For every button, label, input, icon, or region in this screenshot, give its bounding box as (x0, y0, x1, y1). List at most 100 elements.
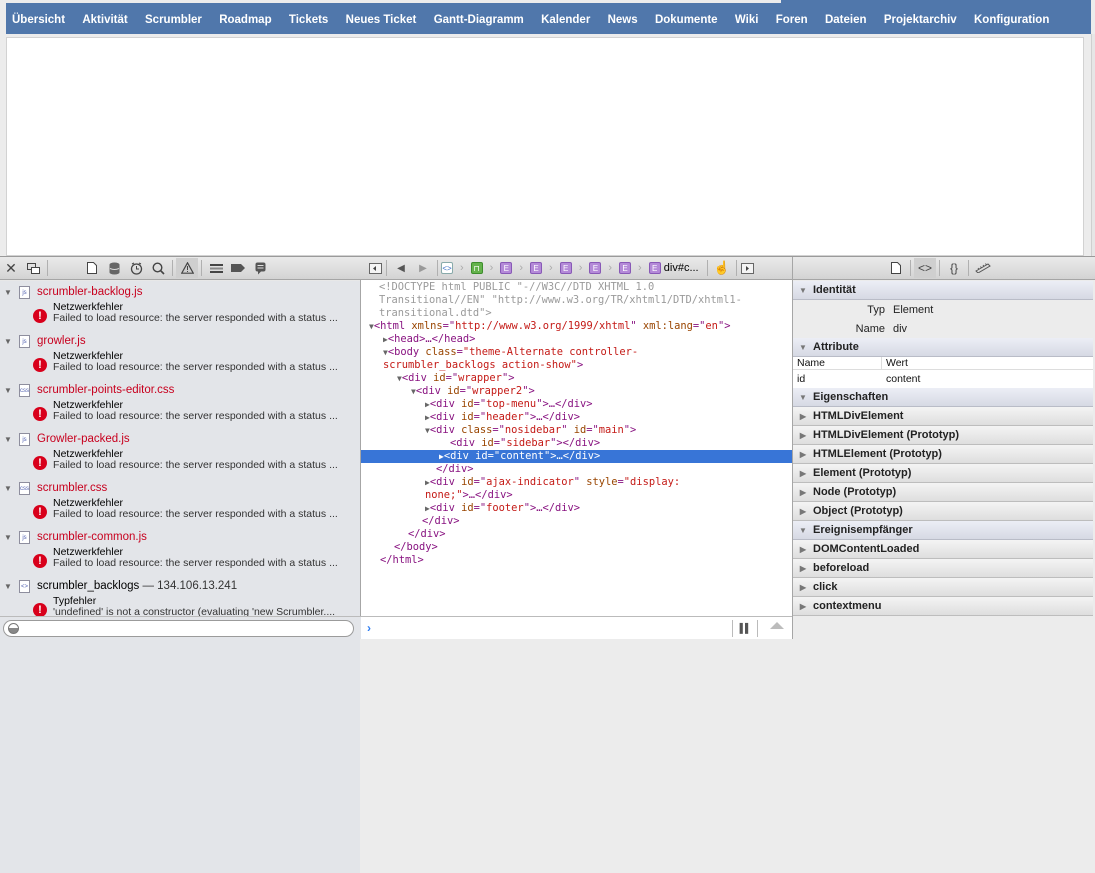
menu-item-uebersicht[interactable]: Übersicht (12, 14, 65, 26)
resource-details-icon[interactable] (885, 258, 907, 278)
property-row[interactable]: ▶ Object (Prototyp) (793, 502, 1093, 521)
dom-node-body[interactable]: ▼<body class="theme-Alternate controller… (361, 346, 792, 359)
disclosure-open-icon[interactable]: ▼ (0, 337, 16, 346)
dom-node-wrapper[interactable]: ▼<div id="wrapper"> (361, 372, 792, 385)
menu-item-konfiguration[interactable]: Konfiguration (974, 14, 1049, 26)
console-filter-input[interactable] (3, 620, 354, 637)
dom-node-main[interactable]: ▼<div class="nosidebar" id="main"> (361, 424, 792, 437)
console-icon[interactable] (249, 258, 271, 278)
property-row[interactable]: ▶ Node (Prototyp) (793, 483, 1093, 502)
menu-item-dateien[interactable]: Dateien (825, 14, 867, 26)
menu-item-tickets[interactable]: Tickets (289, 14, 328, 26)
console-message[interactable]: ! Netzwerkfehler Failed to load resource: … (33, 545, 360, 575)
disclosure-open-icon[interactable]: ▼ (0, 533, 16, 542)
dom-node-html[interactable]: ▼<html xmlns="http://www.w3.org/1999/xht… (361, 320, 792, 333)
timeline-icon[interactable] (125, 258, 147, 278)
event-listener-row[interactable]: ▶ contextmenu (793, 597, 1093, 616)
property-row[interactable]: ▶ Element (Prototyp) (793, 464, 1093, 483)
disclosure-open-icon[interactable]: ▼ (0, 484, 16, 493)
menu-item-wiki[interactable]: Wiki (735, 14, 759, 26)
dom-node-footer[interactable]: ▶<div id="footer">…</div> (361, 502, 792, 515)
disclosure-open-icon[interactable]: ▼ (0, 386, 16, 395)
event-listener-row[interactable]: ▶ click (793, 578, 1093, 597)
console-message[interactable]: ! Netzwerkfehler Failed to load resource: … (33, 349, 360, 379)
property-row[interactable]: ▶ HTMLElement (Prototyp) (793, 445, 1093, 464)
menu-item-scrumbler[interactable]: Scrumbler (145, 14, 202, 26)
section-event-listeners[interactable]: ▼ Ereignisempfänger (793, 521, 1093, 540)
page-scrollbar[interactable] (1091, 34, 1095, 256)
breadcrumb-wrapper[interactable]: E (530, 262, 543, 274)
console-message[interactable]: ! Netzwerkfehler Failed to load resource: … (33, 496, 360, 526)
back-icon[interactable]: ◀ (390, 258, 412, 278)
node-details-icon[interactable]: <> (914, 258, 936, 278)
log-icon[interactable] (205, 258, 227, 278)
undock-icon[interactable] (22, 258, 44, 278)
console-group-file[interactable]: scrumbler.css (37, 482, 107, 494)
dom-node-header[interactable]: ▶<div id="header">…</div> (361, 411, 792, 424)
disclosure-open-icon[interactable]: ▼ (0, 288, 16, 297)
pause-button[interactable]: ▌▌ (732, 620, 758, 637)
menu-item-neues-ticket[interactable]: Neues Ticket (346, 14, 417, 26)
console-group-header[interactable]: ▼ css scrumbler-points-editor.css (0, 382, 360, 398)
console-group-header[interactable]: ▼ <> scrumbler_backlogs — 134.106.13.241 (0, 578, 360, 594)
section-properties[interactable]: ▼ Eigenschaften (793, 388, 1093, 407)
menu-item-foren[interactable]: Foren (776, 14, 808, 26)
metrics-ruler-icon[interactable] (972, 258, 994, 278)
console-group-file[interactable]: scrumbler-backlog.js (37, 286, 142, 298)
console-message[interactable]: ! Netzwerkfehler Failed to load resource: … (33, 447, 360, 477)
issues-icon[interactable] (176, 258, 198, 278)
console-group-header[interactable]: ▼ css scrumbler.css (0, 480, 360, 496)
console-group-file[interactable]: scrumbler-common.js (37, 531, 147, 543)
dom-node-ajax-indicator[interactable]: ▶<div id="ajax-indicator" style="display… (361, 476, 792, 489)
dom-node-wrapper2[interactable]: ▼<div id="wrapper2"> (361, 385, 792, 398)
forward-icon[interactable]: ▶ (412, 258, 434, 278)
console-group-header[interactable]: ▼ js scrumbler-backlog.js (0, 284, 360, 300)
breadcrumb-current[interactable]: E div#c... (648, 262, 699, 274)
breadcrumb-wrapper2[interactable]: E (559, 262, 572, 274)
property-row[interactable]: ▶ HTMLDivElement (Prototyp) (793, 426, 1093, 445)
disclosure-open-icon[interactable]: ▼ (0, 582, 16, 591)
menu-item-roadmap[interactable]: Roadmap (219, 14, 271, 26)
attribute-row[interactable]: id content (793, 370, 1093, 388)
disclosure-open-icon[interactable]: ▼ (0, 435, 16, 444)
event-listener-row[interactable]: ▶ beforeload (793, 559, 1093, 578)
inspect-pointer-icon[interactable]: ☝ (711, 258, 733, 278)
menu-item-dokumente[interactable]: Dokumente (655, 14, 718, 26)
breadcrumb-html[interactable]: ⊓ (470, 262, 483, 274)
resources-icon[interactable] (81, 258, 103, 278)
menu-item-news[interactable]: News (608, 14, 638, 26)
console-group-file[interactable]: Growler-packed.js (37, 433, 130, 445)
close-icon[interactable]: ✕ (0, 258, 22, 278)
storage-icon[interactable] (103, 258, 125, 278)
breadcrumb-document[interactable]: <> (441, 262, 453, 274)
search-icon[interactable] (147, 258, 169, 278)
toggle-right-sidebar-icon[interactable] (740, 258, 756, 278)
dom-node-head[interactable]: ▶<head>…</head> (361, 333, 792, 346)
console-group-file[interactable]: scrumbler_backlogs — 134.106.13.241 (37, 580, 237, 592)
dom-node-content-selected[interactable]: ▶<div id="content">…</div> (361, 450, 792, 463)
toggle-left-sidebar-icon[interactable] (367, 258, 383, 278)
section-identity[interactable]: ▼ Identität (793, 281, 1093, 300)
menu-item-projektarchiv[interactable]: Projektarchiv (884, 14, 957, 26)
console-group-header[interactable]: ▼ js scrumbler-common.js (0, 529, 360, 545)
console-group-file[interactable]: scrumbler-points-editor.css (37, 384, 174, 396)
console-message[interactable]: ! Netzwerkfehler Failed to load resource: … (33, 398, 360, 428)
section-attributes[interactable]: ▼ Attribute (793, 338, 1093, 357)
menu-item-kalender[interactable]: Kalender (541, 14, 590, 26)
dom-node-top-menu[interactable]: ▶<div id="top-menu">…</div> (361, 398, 792, 411)
console-message[interactable]: ! Netzwerkfehler Failed to load resource: … (33, 300, 360, 330)
breakpoints-icon[interactable] (227, 258, 249, 278)
console-group-header[interactable]: ▼ js growler.js (0, 333, 360, 349)
breadcrumb-main[interactable]: E (589, 262, 602, 274)
expand-up-icon[interactable] (770, 622, 784, 629)
menu-item-gantt[interactable]: Gantt-Diagramm (434, 14, 524, 26)
property-row[interactable]: ▶ HTMLDivElement (793, 407, 1093, 426)
event-listener-row[interactable]: ▶ DOMContentLoaded (793, 540, 1093, 559)
menu-item-aktivitaet[interactable]: Aktivität (82, 14, 127, 26)
breadcrumb-div[interactable]: E (619, 262, 632, 274)
styles-icon[interactable]: {} (943, 258, 965, 278)
breadcrumb-body[interactable]: E (500, 262, 513, 274)
dom-node-sidebar[interactable]: <div id="sidebar"></div> (361, 437, 792, 450)
console-group-header[interactable]: ▼ js Growler-packed.js (0, 431, 360, 447)
dom-node-doctype[interactable]: <!DOCTYPE html PUBLIC "-//W3C//DTD XHTML… (361, 281, 792, 294)
